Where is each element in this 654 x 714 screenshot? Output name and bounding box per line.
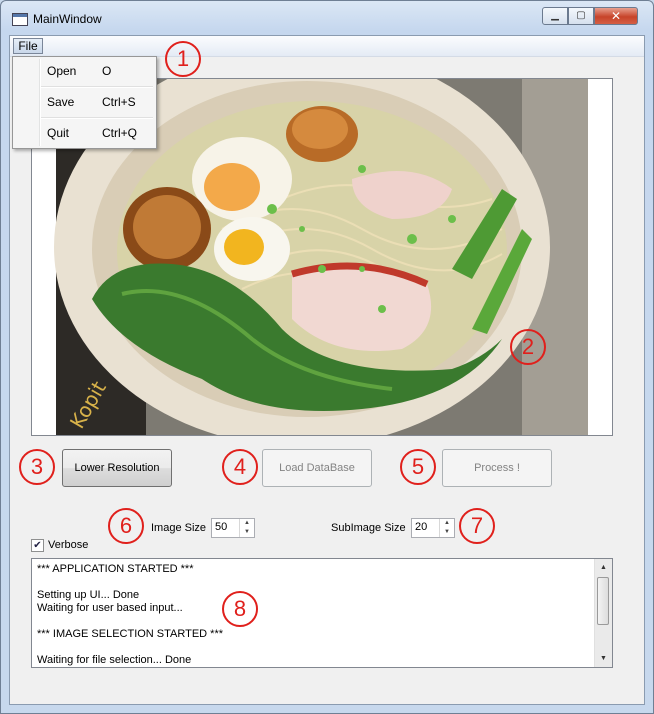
spin-up-icon[interactable]: ▲ <box>240 519 254 528</box>
menu-separator <box>41 117 153 119</box>
menu-item-quit[interactable]: Quit Ctrl+Q <box>13 122 156 144</box>
image-size-label: Image Size <box>151 522 207 534</box>
menu-item-open[interactable]: Open O <box>13 60 156 82</box>
spin-up-icon[interactable]: ▲ <box>440 519 454 528</box>
menu-separator <box>41 86 153 88</box>
log-line: Waiting for file selection... Done <box>37 654 192 666</box>
scroll-down-icon[interactable]: ▼ <box>595 650 612 667</box>
subimage-size-spinbox[interactable]: 20 ▲ ▼ <box>411 518 455 538</box>
image-size-spinbox[interactable]: 50 ▲ ▼ <box>211 518 255 538</box>
log-scrollbar[interactable]: ▲ ▼ <box>594 559 612 667</box>
spin-down-icon[interactable]: ▼ <box>440 528 454 537</box>
central-widget: File Open O Save Ctrl+S Quit Ctrl+Q Kopi… <box>9 35 645 705</box>
callout-4: 4 <box>222 449 258 485</box>
menu-file[interactable]: File <box>13 38 43 54</box>
menu-bar: File <box>10 36 644 57</box>
log-line: Waiting for user based input... <box>37 602 183 614</box>
process-button[interactable]: Process ! <box>442 449 552 487</box>
callout-2: 2 <box>510 329 546 365</box>
verbose-checkbox[interactable]: ✔ <box>31 539 44 552</box>
menu-item-shortcut: Ctrl+S <box>102 95 136 109</box>
log-line: Setting up UI... Done <box>37 589 140 601</box>
menu-item-shortcut: O <box>102 64 112 78</box>
image-size-value: 50 <box>215 521 228 533</box>
callout-8: 8 <box>222 591 258 627</box>
menu-item-shortcut: Ctrl+Q <box>102 126 138 140</box>
load-database-button[interactable]: Load DataBase <box>262 449 372 487</box>
spin-arrows[interactable]: ▲ ▼ <box>239 519 254 537</box>
app-icon <box>12 13 28 26</box>
log-textbox[interactable]: *** APPLICATION STARTED *** Setting up U… <box>31 558 613 668</box>
lower-resolution-button[interactable]: Lower Resolution <box>62 449 172 487</box>
log-line: *** APPLICATION STARTED *** <box>37 563 194 575</box>
menu-item-label: Quit <box>47 126 70 140</box>
menu-item-label: Save <box>47 95 75 109</box>
main-window: MainWindow ▁ ▢ ✕ File Open O Save Ctrl+S… <box>0 0 654 714</box>
callout-1: 1 <box>165 41 201 77</box>
title-bar[interactable]: MainWindow ▁ ▢ ✕ <box>1 1 653 35</box>
callout-3: 3 <box>19 449 55 485</box>
menu-item-save[interactable]: Save Ctrl+S <box>13 91 156 113</box>
log-line: *** IMAGE SELECTION STARTED *** <box>37 628 224 640</box>
subimage-size-value: 20 <box>415 521 428 533</box>
menu-item-label: Open <box>47 64 77 78</box>
minimize-button[interactable]: ▁ <box>542 7 568 25</box>
file-menu-dropdown: Open O Save Ctrl+S Quit Ctrl+Q <box>12 56 157 149</box>
callout-6: 6 <box>108 508 144 544</box>
callout-5: 5 <box>400 449 436 485</box>
subimage-size-label: SubImage Size <box>331 522 406 534</box>
verbose-label[interactable]: Verbose <box>48 539 88 551</box>
maximize-button[interactable]: ▢ <box>568 7 594 25</box>
log-lines: *** APPLICATION STARTED *** Setting up U… <box>37 563 597 667</box>
scroll-thumb[interactable] <box>597 577 609 625</box>
callout-7: 7 <box>459 508 495 544</box>
scroll-up-icon[interactable]: ▲ <box>595 559 612 576</box>
spin-arrows[interactable]: ▲ ▼ <box>439 519 454 537</box>
spin-down-icon[interactable]: ▼ <box>240 528 254 537</box>
window-title: MainWindow <box>33 12 102 26</box>
close-button[interactable]: ✕ <box>594 7 638 25</box>
